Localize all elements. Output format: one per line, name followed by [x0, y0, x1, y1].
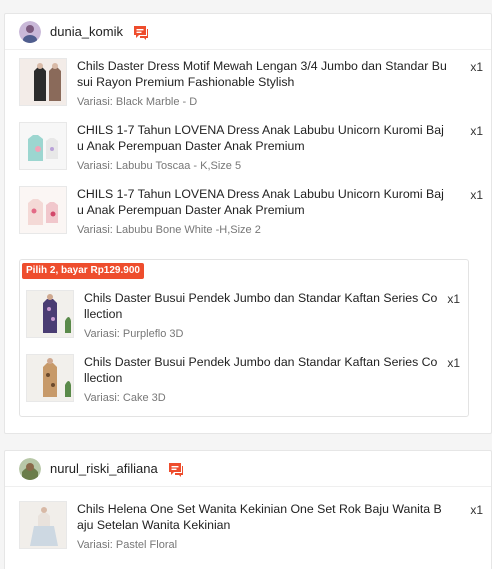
product-title[interactable]: Chils Daster Dress Motif Mewah Lengan 3/…	[77, 58, 447, 90]
product-thumbnail[interactable]	[26, 354, 74, 402]
chat-icon[interactable]	[133, 24, 149, 40]
avatar[interactable]	[19, 457, 41, 480]
product-title[interactable]: CHILS 1-7 Tahun LOVENA Dress Anak Labubu…	[77, 122, 447, 154]
shop-header: dunia_komik	[5, 14, 491, 50]
item-quantity: x1	[447, 356, 460, 370]
product-title[interactable]: Chils Daster Busui Pendek Jumbo dan Stan…	[84, 290, 439, 322]
item-quantity: x1	[470, 503, 483, 517]
product-thumbnail[interactable]	[19, 122, 67, 170]
product-title[interactable]: Chils Helena One Set Wanita Kekinian One…	[77, 501, 447, 533]
product-title[interactable]: Chils Daster Busui Pendek Jumbo dan Stan…	[84, 354, 439, 386]
item-quantity: x1	[470, 60, 483, 74]
shop-name[interactable]: nurul_riski_afiliana	[50, 461, 158, 476]
bundle-deal-group: Pilih 2, bayar Rp129.900 Chils Daster Bu…	[19, 259, 469, 417]
order-item[interactable]: Chils Helena One Set Wanita Kekinian One…	[19, 493, 491, 557]
shop-name[interactable]: dunia_komik	[50, 24, 123, 39]
product-variant: Variasi: Labubu Toscaa - K,Size 5	[77, 160, 242, 172]
product-thumbnail[interactable]	[19, 186, 67, 234]
product-variant: Variasi: Labubu Bone White -H,Size 2	[77, 224, 261, 236]
item-quantity: x1	[470, 124, 483, 138]
product-variant: Variasi: Black Marble - D	[77, 96, 198, 108]
order-item[interactable]: Chils Daster Busui Pendek Jumbo dan Stan…	[20, 346, 468, 410]
item-quantity: x1	[470, 188, 483, 202]
product-variant: Variasi: Pastel Floral	[77, 539, 178, 551]
bundle-deal-badge: Pilih 2, bayar Rp129.900	[22, 263, 144, 279]
order-item[interactable]: Chils Daster Busui Pendek Jumbo dan Stan…	[20, 282, 468, 346]
shop-card: dunia_komik Chils Daster Dress Motif Mew…	[4, 13, 492, 434]
product-title[interactable]: CHILS 1-7 Tahun LOVENA Dress Anak Labubu…	[77, 186, 447, 218]
item-quantity: x1	[447, 292, 460, 306]
product-thumbnail[interactable]	[26, 290, 74, 338]
shop-card: nurul_riski_afiliana Chils Helena One Se…	[4, 450, 492, 569]
product-thumbnail[interactable]	[19, 501, 67, 549]
avatar[interactable]	[19, 20, 41, 43]
product-variant: Variasi: Purpleflo 3D	[84, 328, 184, 340]
order-item[interactable]: Chils Daster Dress Motif Mewah Lengan 3/…	[19, 50, 491, 114]
order-item[interactable]: CHILS 1-7 Tahun LOVENA Dress Anak Labubu…	[19, 178, 491, 242]
chat-icon[interactable]	[168, 461, 184, 477]
shop-header: nurul_riski_afiliana	[5, 451, 491, 487]
order-item[interactable]: CHILS 1-7 Tahun LOVENA Dress Anak Labubu…	[19, 114, 491, 178]
product-variant: Variasi: Cake 3D	[84, 392, 166, 404]
product-thumbnail[interactable]	[19, 58, 67, 106]
